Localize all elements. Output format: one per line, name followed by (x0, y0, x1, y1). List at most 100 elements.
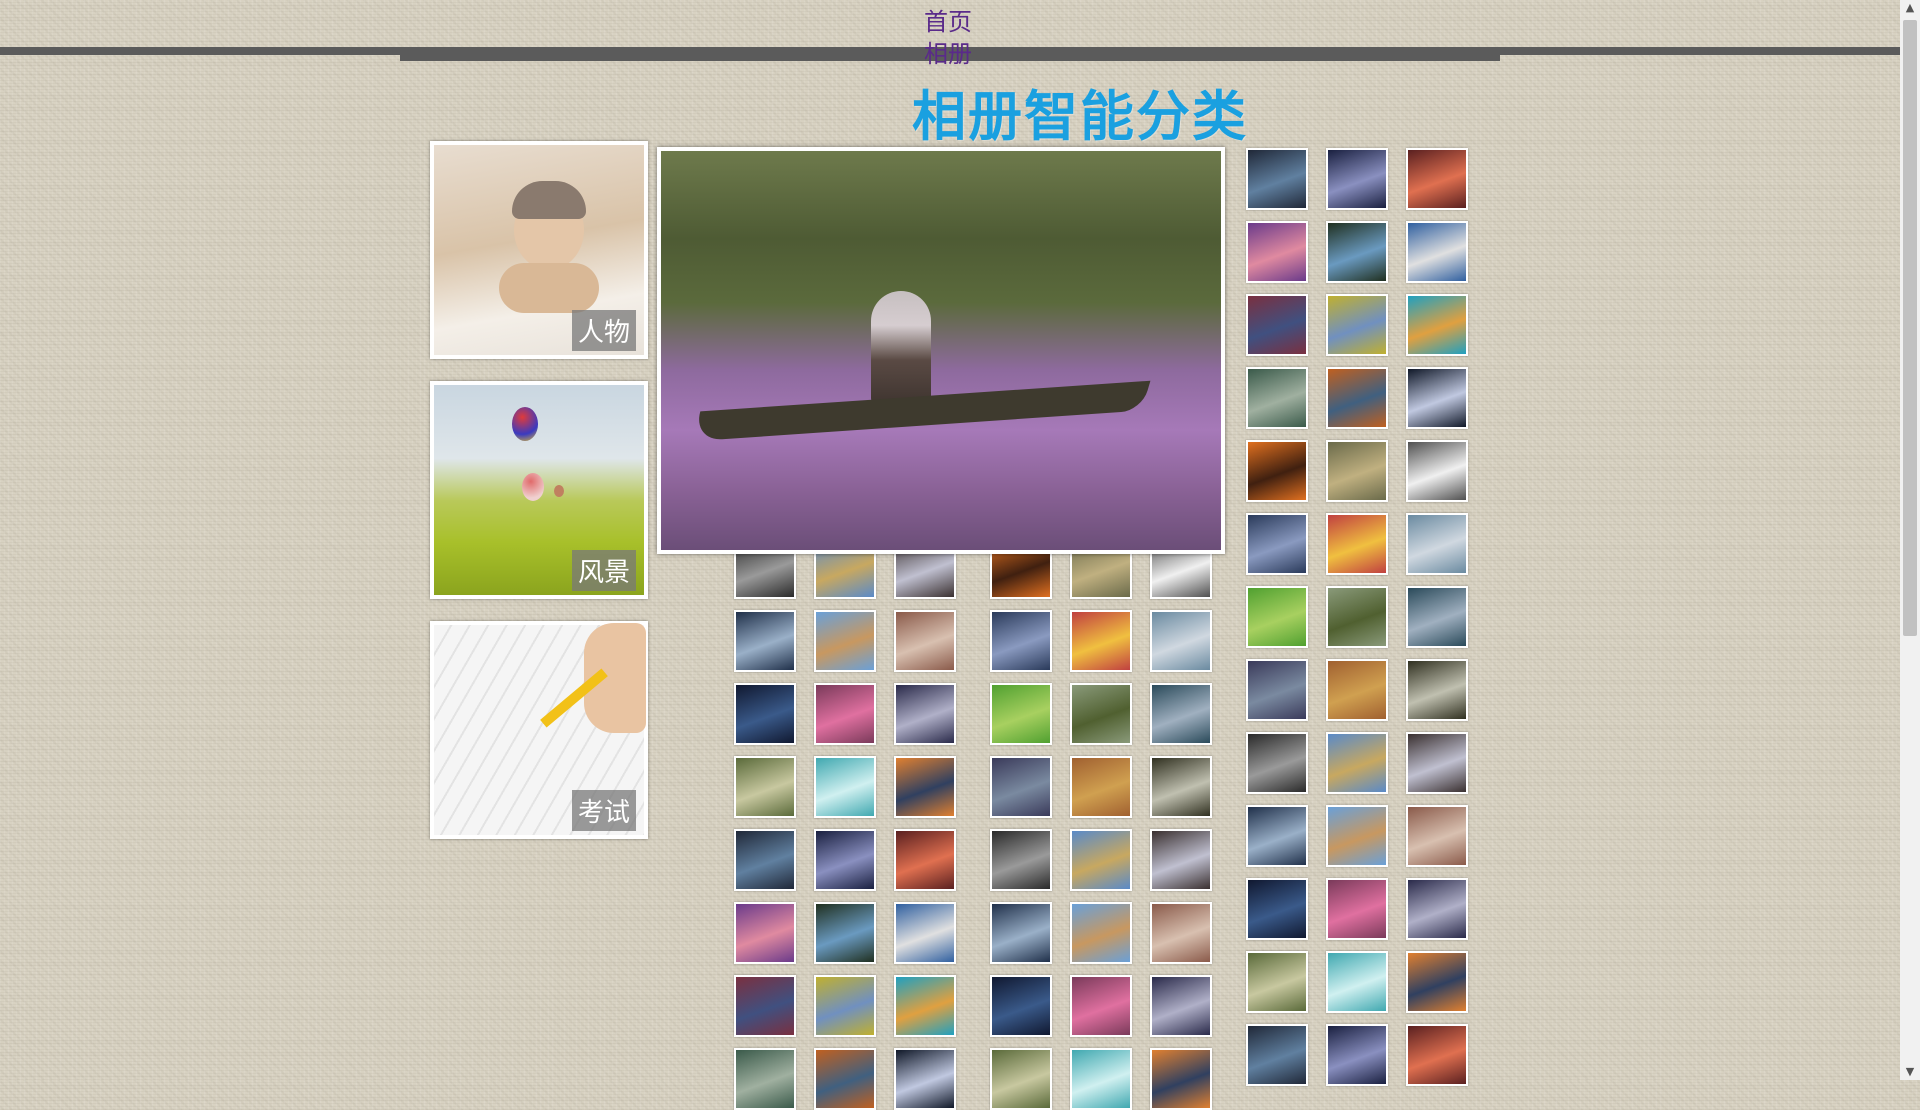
photo-thumbnail[interactable] (1246, 367, 1308, 429)
photo-thumbnail[interactable] (1246, 878, 1308, 940)
photo-thumbnail[interactable] (1150, 683, 1212, 745)
thumbnail-image (1072, 758, 1130, 816)
photo-thumbnail[interactable] (894, 683, 956, 745)
photo-thumbnail[interactable] (990, 610, 1052, 672)
photo-thumbnail[interactable] (1326, 805, 1388, 867)
preview-photo[interactable] (657, 147, 1225, 554)
photo-thumbnail[interactable] (1326, 951, 1388, 1013)
scroll-up-arrow-icon[interactable]: ▲ (1900, 0, 1920, 16)
photo-thumbnail[interactable] (1406, 513, 1468, 575)
photo-thumbnail[interactable] (1150, 756, 1212, 818)
photo-thumbnail[interactable] (734, 610, 796, 672)
photo-thumbnail[interactable] (990, 683, 1052, 745)
photo-thumbnail[interactable] (1070, 902, 1132, 964)
category-card-people[interactable]: 人物 (430, 141, 648, 359)
scroll-down-arrow-icon[interactable]: ▼ (1900, 1064, 1920, 1080)
photo-thumbnail[interactable] (1246, 294, 1308, 356)
photo-thumbnail[interactable] (1070, 975, 1132, 1037)
photo-thumbnail[interactable] (1070, 1048, 1132, 1110)
photo-thumbnail[interactable] (1326, 878, 1388, 940)
photo-thumbnail[interactable] (734, 829, 796, 891)
scrollbar[interactable]: ▲ ▼ (1900, 0, 1920, 1080)
photo-thumbnail[interactable] (1070, 683, 1132, 745)
photo-thumbnail[interactable] (1326, 148, 1388, 210)
photo-thumbnail[interactable] (1150, 610, 1212, 672)
photo-thumbnail[interactable] (1326, 513, 1388, 575)
photo-thumbnail[interactable] (1326, 221, 1388, 283)
photo-thumbnail[interactable] (1406, 951, 1468, 1013)
photo-thumbnail[interactable] (1326, 732, 1388, 794)
photo-thumbnail[interactable] (1246, 440, 1308, 502)
photo-thumbnail[interactable] (814, 902, 876, 964)
photo-thumbnail[interactable] (734, 975, 796, 1037)
photo-thumbnail[interactable] (1406, 148, 1468, 210)
nav-link-home[interactable]: 首页 (924, 2, 972, 37)
photo-thumbnail[interactable] (1246, 148, 1308, 210)
category-card-landscape[interactable]: 风景 (430, 381, 648, 599)
photo-thumbnail[interactable] (1150, 975, 1212, 1037)
photo-thumbnail[interactable] (1406, 440, 1468, 502)
photo-thumbnail[interactable] (1406, 1024, 1468, 1086)
photo-thumbnail[interactable] (1246, 732, 1308, 794)
photo-thumbnail[interactable] (1246, 659, 1308, 721)
photo-thumbnail[interactable] (814, 829, 876, 891)
scrollbar-thumb[interactable] (1903, 20, 1917, 636)
photo-thumbnail[interactable] (1326, 294, 1388, 356)
photo-thumbnail[interactable] (1326, 367, 1388, 429)
photo-thumbnail[interactable] (1070, 610, 1132, 672)
photo-thumbnail[interactable] (1150, 902, 1212, 964)
photo-thumbnail[interactable] (894, 1048, 956, 1110)
thumbnail-image (1072, 831, 1130, 889)
photo-thumbnail[interactable] (1246, 1024, 1308, 1086)
photo-thumbnail[interactable] (1070, 756, 1132, 818)
category-card-exam[interactable]: 考试 (430, 621, 648, 839)
photo-thumbnail[interactable] (1246, 513, 1308, 575)
photo-thumbnail[interactable] (1406, 805, 1468, 867)
photo-thumbnail[interactable] (1326, 659, 1388, 721)
photo-thumbnail[interactable] (990, 1048, 1052, 1110)
photo-thumbnail[interactable] (1406, 294, 1468, 356)
photo-thumbnail[interactable] (1326, 440, 1388, 502)
photo-thumbnail[interactable] (1406, 732, 1468, 794)
photo-thumbnail[interactable] (1406, 221, 1468, 283)
photo-thumbnail[interactable] (814, 683, 876, 745)
thumbnail-image (1328, 296, 1386, 354)
photo-thumbnail[interactable] (734, 683, 796, 745)
photo-thumbnail[interactable] (814, 610, 876, 672)
photo-thumbnail[interactable] (894, 829, 956, 891)
photo-thumbnail[interactable] (734, 902, 796, 964)
thumbnail-image (1248, 442, 1306, 500)
photo-thumbnail[interactable] (1406, 659, 1468, 721)
preview-person (871, 291, 931, 406)
photo-thumbnail[interactable] (814, 975, 876, 1037)
photo-thumbnail[interactable] (894, 902, 956, 964)
photo-thumbnail[interactable] (990, 756, 1052, 818)
photo-thumbnail[interactable] (894, 756, 956, 818)
photo-thumbnail[interactable] (1150, 1048, 1212, 1110)
photo-thumbnail[interactable] (990, 902, 1052, 964)
photo-thumbnail[interactable] (1246, 805, 1308, 867)
photo-thumbnail[interactable] (734, 756, 796, 818)
photo-thumbnail[interactable] (1246, 221, 1308, 283)
photo-thumbnail[interactable] (1070, 829, 1132, 891)
thumbnail-image (1328, 880, 1386, 938)
photo-thumbnail[interactable] (1246, 586, 1308, 648)
photo-thumbnail[interactable] (1326, 586, 1388, 648)
thumbnail-image (736, 685, 794, 743)
photo-thumbnail[interactable] (1246, 951, 1308, 1013)
thumbnail-image (1248, 515, 1306, 573)
photo-thumbnail[interactable] (1406, 586, 1468, 648)
nav-link-album[interactable]: 相册 (924, 34, 972, 69)
photo-thumbnail[interactable] (1406, 878, 1468, 940)
photo-thumbnail[interactable] (814, 756, 876, 818)
photo-thumbnail[interactable] (990, 975, 1052, 1037)
photo-thumbnail[interactable] (814, 1048, 876, 1110)
photo-thumbnail[interactable] (894, 610, 956, 672)
photo-thumbnail[interactable] (990, 829, 1052, 891)
photo-thumbnail[interactable] (1326, 1024, 1388, 1086)
photo-thumbnail[interactable] (1150, 829, 1212, 891)
photo-thumbnail[interactable] (734, 1048, 796, 1110)
thumbnail-image (816, 612, 874, 670)
photo-thumbnail[interactable] (894, 975, 956, 1037)
photo-thumbnail[interactable] (1406, 367, 1468, 429)
